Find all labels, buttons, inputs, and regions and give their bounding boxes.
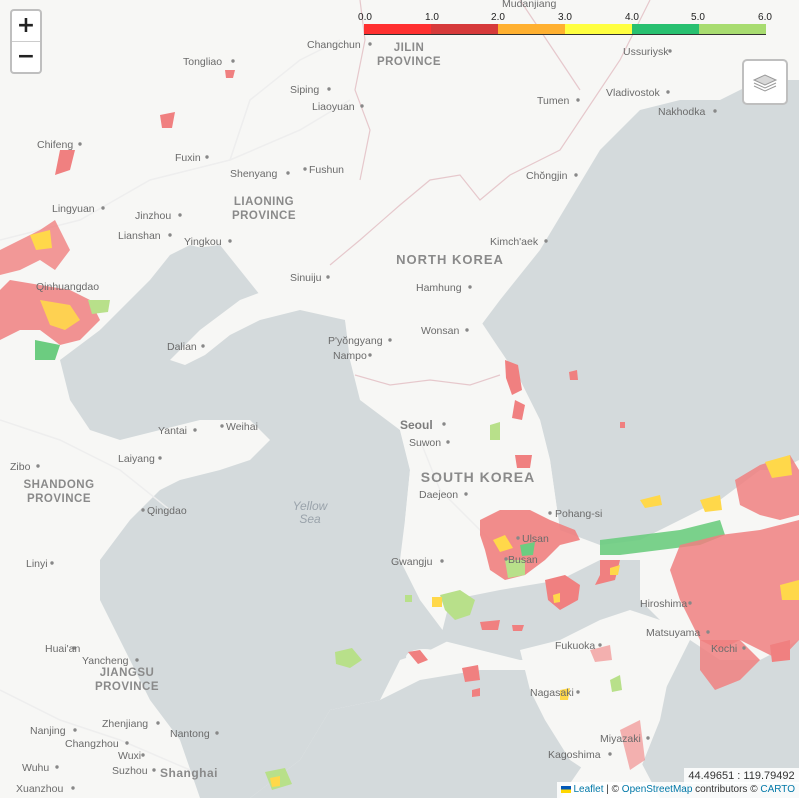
city-label: Liaoyuan [312, 101, 355, 113]
city-label: Vladivostok [606, 87, 660, 99]
city-label: Nakhodka [658, 106, 705, 118]
city-label: Pohang-si [555, 508, 602, 520]
city-label: Wuxi [118, 750, 141, 762]
city-label: Yantai [158, 425, 187, 437]
city-label: Jinzhou [135, 210, 171, 222]
province-label-part: PROVINCE [377, 56, 441, 68]
carto-link[interactable]: CARTO [760, 784, 795, 795]
city-label: Matsuyama [646, 627, 700, 639]
map-canvas[interactable]: Mudanjiang Changchun Ussuriysk Tongliao … [0, 0, 799, 798]
city-label: Seoul [400, 418, 433, 432]
city-label: Zibo [10, 461, 31, 473]
city-label: Fushun [309, 164, 344, 176]
openstreetmap-link[interactable]: OpenStreetMap [622, 784, 693, 795]
city-label: Changzhou [65, 738, 119, 750]
city-label: Yancheng [82, 655, 129, 667]
country-label-south-korea: SOUTH KOREA [421, 469, 535, 485]
city-label: Xuanzhou [16, 783, 63, 795]
city-label: Tongliao [183, 56, 222, 68]
city-label: Zhenjiang [102, 718, 148, 730]
legend-baseline [364, 34, 766, 35]
zoom-in-button[interactable]: + [12, 11, 40, 41]
city-label: Ulsan [522, 533, 549, 545]
legend-color-segment [431, 24, 498, 34]
attribution-contributors: contributors © [692, 784, 761, 795]
city-label: Nampo [333, 350, 367, 362]
layers-control-button[interactable] [742, 59, 788, 105]
legend-color-segment [565, 24, 632, 34]
legend-color-segment [498, 24, 565, 34]
city-label: Nagasaki [530, 687, 574, 699]
legend-tick-label: 4.0 [625, 12, 639, 23]
city-label: Suwon [409, 437, 441, 449]
city-label: Shenyang [230, 168, 277, 180]
city-label: Ussuriysk [623, 46, 669, 58]
city-label: Chŏngjin [526, 170, 568, 182]
province-label-part: LIAONING [234, 196, 294, 208]
legend-color-segment [699, 24, 766, 34]
sea-label: Sea [299, 512, 321, 526]
legend-tick-label: 5.0 [691, 12, 705, 23]
city-label: Siping [290, 84, 319, 96]
zoom-control: + − [10, 9, 42, 74]
province-label-part: PROVINCE [95, 681, 159, 693]
legend-color-segment [632, 24, 699, 34]
province-label-part: SHANDONG [23, 479, 94, 491]
legend-tick-label: 1.0 [425, 12, 439, 23]
city-label: Dalian [167, 341, 197, 353]
city-label: Kochi [711, 643, 737, 655]
city-label: Lianshan [118, 230, 161, 242]
city-label: Qinhuangdao [36, 281, 99, 293]
city-label: Kagoshima [548, 749, 601, 761]
zoom-out-button[interactable]: − [12, 41, 40, 72]
city-label: Miyazaki [600, 733, 641, 745]
attribution-separator: | © [603, 784, 622, 795]
city-label: Gwangju [391, 556, 433, 568]
color-legend: 0.0 1.0 2.0 3.0 4.0 5.0 6.0 [358, 12, 772, 40]
leaflet-link[interactable]: Leaflet [573, 784, 603, 795]
country-label-north-korea: NORTH KOREA [396, 252, 504, 267]
city-label: Huai'an [45, 643, 80, 655]
province-label-part: JILIN [394, 42, 425, 54]
city-label: Lingyuan [52, 203, 95, 215]
city-label: Suzhou [112, 765, 148, 777]
city-label: Shanghai [160, 766, 218, 780]
city-label: Sinuiju [290, 272, 322, 284]
city-label: Chifeng [37, 139, 73, 151]
province-label-part: PROVINCE [27, 493, 91, 505]
city-label: Linyi [26, 558, 48, 570]
city-label: P'yŏngyang [328, 335, 383, 347]
city-label: Qingdao [147, 505, 187, 517]
map-attribution: Leaflet | © OpenStreetMap contributors ©… [557, 782, 799, 798]
city-label: Wonsan [421, 325, 459, 337]
layers-icon [752, 74, 778, 92]
province-label-part: PROVINCE [232, 210, 296, 222]
city-label: Kimch'aek [490, 236, 539, 248]
province-label-part: JIANGSU [100, 667, 155, 679]
city-label: Busan [508, 554, 538, 566]
city-label: Wuhu [22, 762, 49, 774]
ukraine-flag-icon [561, 786, 572, 793]
city-label: Hamhung [416, 282, 462, 294]
city-label: Nantong [170, 728, 210, 740]
legend-tick-label: 2.0 [491, 12, 505, 23]
city-label: Daejeon [419, 489, 458, 501]
city-label: Mudanjiang [502, 0, 556, 10]
legend-tick-label: 6.0 [758, 12, 772, 23]
city-label: Tumen [537, 95, 569, 107]
legend-color-segment [364, 24, 431, 34]
city-label: Yingkou [184, 236, 222, 248]
city-label: Fuxin [175, 152, 201, 164]
city-label: Weihai [226, 421, 258, 433]
city-label: Hiroshima [640, 598, 687, 610]
city-label: Fukuoka [555, 640, 595, 652]
legend-tick-label: 0.0 [358, 12, 372, 23]
city-label: Changchun [307, 39, 361, 51]
sea-label: Yellow [293, 499, 329, 513]
city-label: Nanjing [30, 725, 66, 737]
city-label: Laiyang [118, 453, 155, 465]
legend-tick-label: 3.0 [558, 12, 572, 23]
